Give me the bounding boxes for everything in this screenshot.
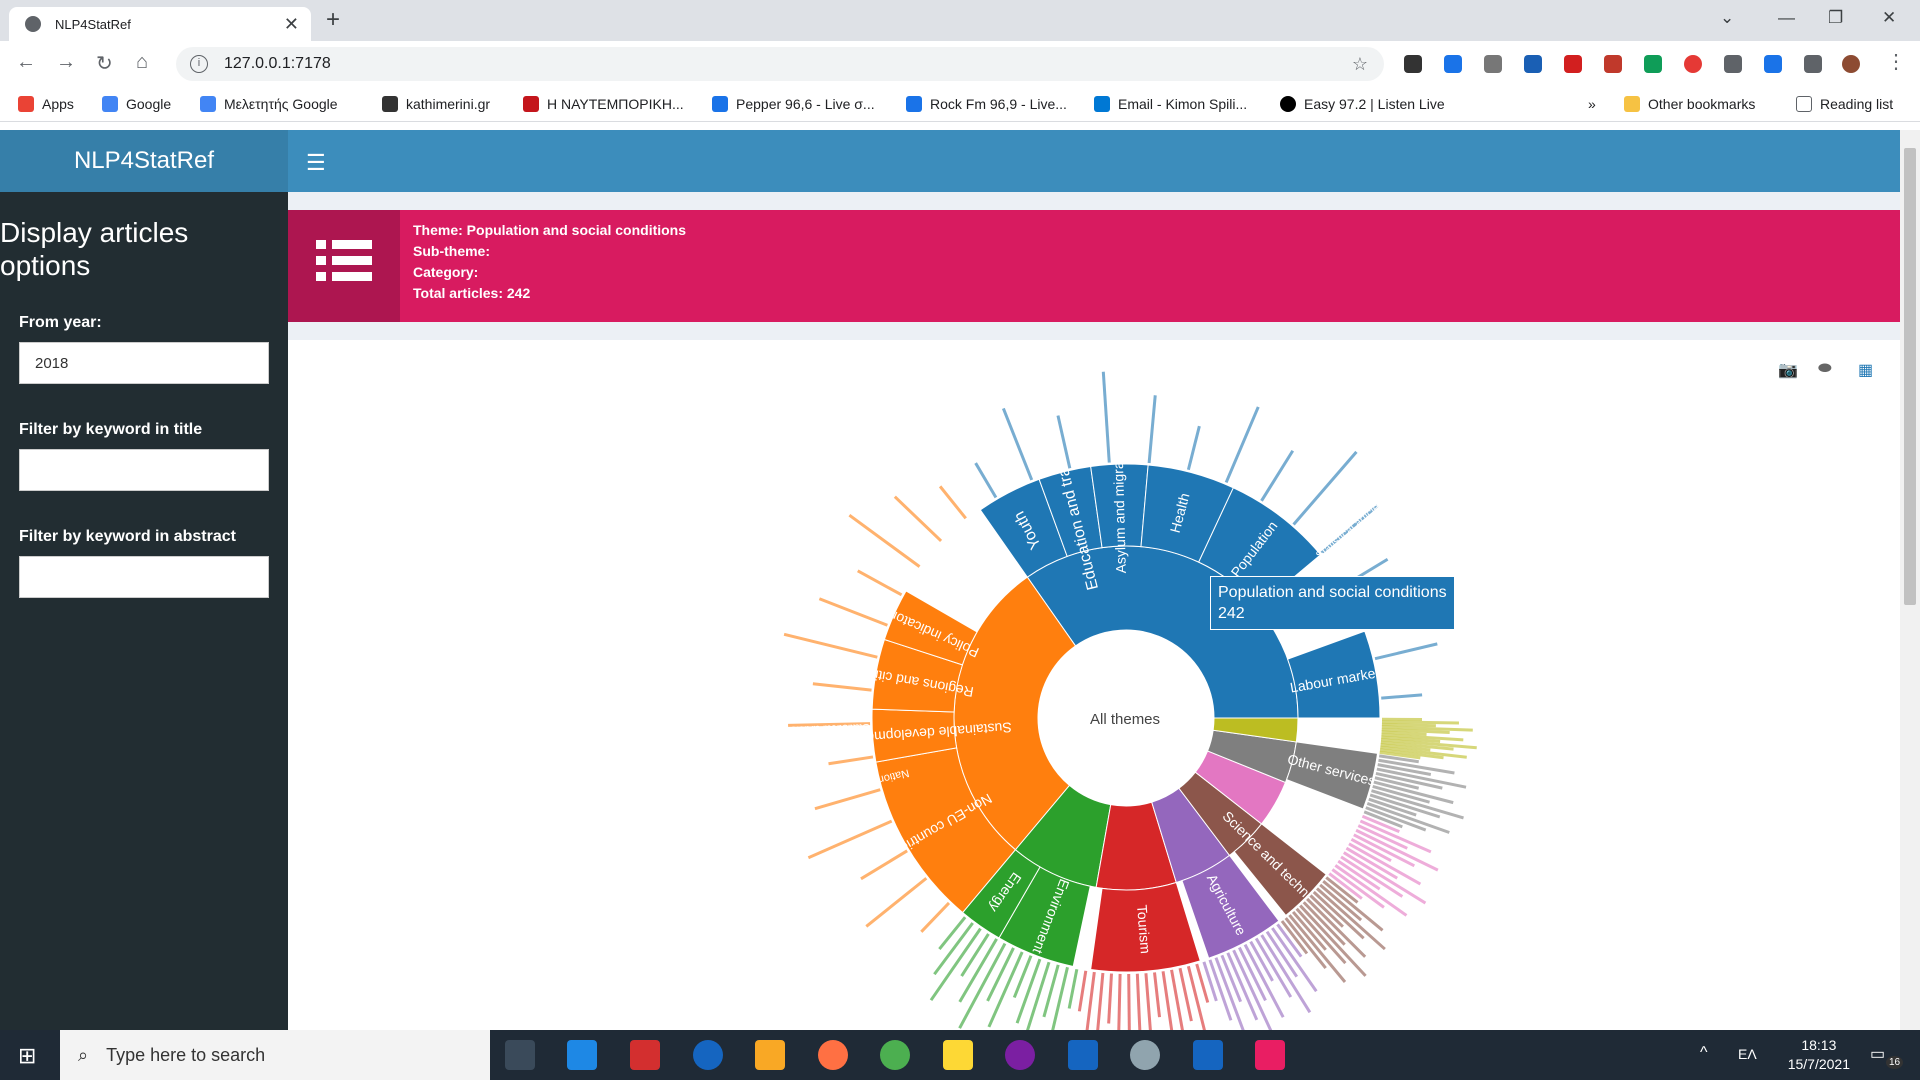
acrobat-icon[interactable] — [630, 1040, 660, 1070]
word-icon[interactable] — [1068, 1040, 1098, 1070]
sunburst-leaf-segment[interactable] — [920, 901, 951, 933]
sunburst-leaf-segment[interactable] — [1381, 722, 1436, 728]
scrollbar-thumb[interactable] — [1904, 148, 1916, 605]
sticky-notes-icon[interactable] — [943, 1040, 973, 1070]
sunburst-leaf-segment[interactable] — [1147, 395, 1157, 464]
paint-icon[interactable] — [1255, 1040, 1285, 1070]
sunburst-leaf-segment[interactable] — [1161, 971, 1175, 1039]
sunburst-leaf-segment[interactable] — [1381, 720, 1459, 725]
app-icon-c[interactable] — [693, 1040, 723, 1070]
app-icon-1[interactable] — [567, 1040, 597, 1070]
sunburst-leaf-segment[interactable] — [1186, 425, 1201, 471]
sunburst-leaf-segment[interactable] — [1101, 371, 1111, 463]
search-placeholder: Type here to search — [106, 1044, 266, 1065]
windows-start-icon[interactable]: ⊞ — [18, 1043, 36, 1069]
sunburst-leaf-segment[interactable] — [960, 933, 990, 977]
clock-time: 18:13 — [1801, 1037, 1837, 1053]
sunburst-subtheme-label: Asylum and migration — [1109, 439, 1129, 574]
file-explorer-icon[interactable] — [755, 1040, 785, 1070]
tooltip-label: Population and social conditions — [1218, 584, 1447, 601]
sunburst-center-label[interactable]: All themes — [1090, 711, 1160, 728]
sunburst-leaf-segment[interactable] — [857, 569, 903, 597]
sunburst-tooltip: Population and social conditions 242 — [1210, 576, 1455, 630]
sunburst-leaf-segment[interactable] — [938, 916, 967, 950]
sunburst-leaf-segment[interactable] — [1224, 406, 1260, 484]
sunburst-leaf-segment[interactable] — [848, 513, 921, 568]
sunburst-leaf-segment[interactable] — [865, 877, 928, 928]
sunburst-leaf-segment[interactable] — [1226, 952, 1259, 1021]
sunburst-leaf-segment[interactable] — [974, 462, 998, 499]
sunburst-leaf-segment[interactable] — [818, 597, 888, 627]
sunburst-leaf-segment[interactable] — [1374, 642, 1438, 661]
chevron-up-icon[interactable]: ^ — [1700, 1044, 1708, 1062]
sunburst-leaf-segment[interactable] — [929, 927, 982, 1002]
sunburst-leaf-segment[interactable] — [807, 819, 893, 860]
notification-count: 16 — [1886, 1056, 1904, 1069]
chrome-icon[interactable] — [880, 1040, 910, 1070]
sunburst-leaf-segment[interactable] — [938, 485, 967, 520]
task-view-icon[interactable] — [505, 1040, 535, 1070]
viber-icon[interactable] — [1005, 1040, 1035, 1070]
sunburst-leaf-segment[interactable] — [1381, 693, 1423, 700]
sunburst-leaf-segment[interactable] — [1084, 971, 1096, 1036]
sunburst-leaf-segment[interactable] — [1107, 973, 1113, 1024]
language-indicator[interactable]: ΕΛ — [1738, 1046, 1757, 1062]
sunburst-leaf-segment[interactable] — [893, 495, 943, 543]
taskbar-clock[interactable]: 18:13 15/7/2021 — [1788, 1036, 1850, 1074]
sunburst-leaf-segment[interactable] — [1153, 972, 1162, 1018]
sunburst-leaf-segment[interactable] — [1292, 450, 1358, 526]
sunburst-leaf-segment[interactable] — [1001, 407, 1034, 481]
sunburst-leaf-segment[interactable] — [812, 682, 872, 692]
search-icon: ⌕ — [78, 1044, 89, 1065]
notifications-icon[interactable]: ▭ — [1870, 1044, 1885, 1064]
sunburst-leaf-segment[interactable] — [783, 632, 878, 659]
clock-date: 15/7/2021 — [1787, 1056, 1850, 1072]
sunburst-chart[interactable]: Youth Education and training Asylum and mi… — [0, 0, 1920, 1080]
firefox-icon[interactable] — [818, 1040, 848, 1070]
sunburst-leaf-segment[interactable] — [1077, 970, 1088, 1012]
sunburst-leaf-segment[interactable] — [958, 942, 1007, 1029]
sunburst-outer-label: Labour market — [1390, 700, 1461, 714]
sunburst-leaf-segment[interactable] — [986, 947, 1015, 1002]
sunburst-leaf-segment[interactable] — [1260, 449, 1295, 502]
sunburst-leaf-segment[interactable] — [1135, 973, 1142, 1033]
page-scrollbar[interactable] — [1900, 130, 1920, 1030]
visio-icon[interactable] — [1193, 1040, 1223, 1070]
r-icon[interactable] — [1130, 1040, 1160, 1070]
windows-taskbar: ⊞ ⌕ Type here to search ^ ΕΛ 18:13 15/7/… — [0, 1030, 1920, 1080]
sunburst-leaf-segment[interactable] — [1067, 968, 1079, 1009]
sunburst-leaf-segment[interactable] — [1015, 958, 1042, 1024]
sunburst-leaf-segment[interactable] — [828, 755, 874, 766]
tooltip-value: 242 — [1218, 605, 1245, 622]
taskbar-search[interactable]: ⌕ Type here to search — [60, 1030, 490, 1080]
sunburst-leaf-segment[interactable] — [860, 849, 908, 881]
sunburst-outer-label: Statistical article — [790, 721, 870, 736]
